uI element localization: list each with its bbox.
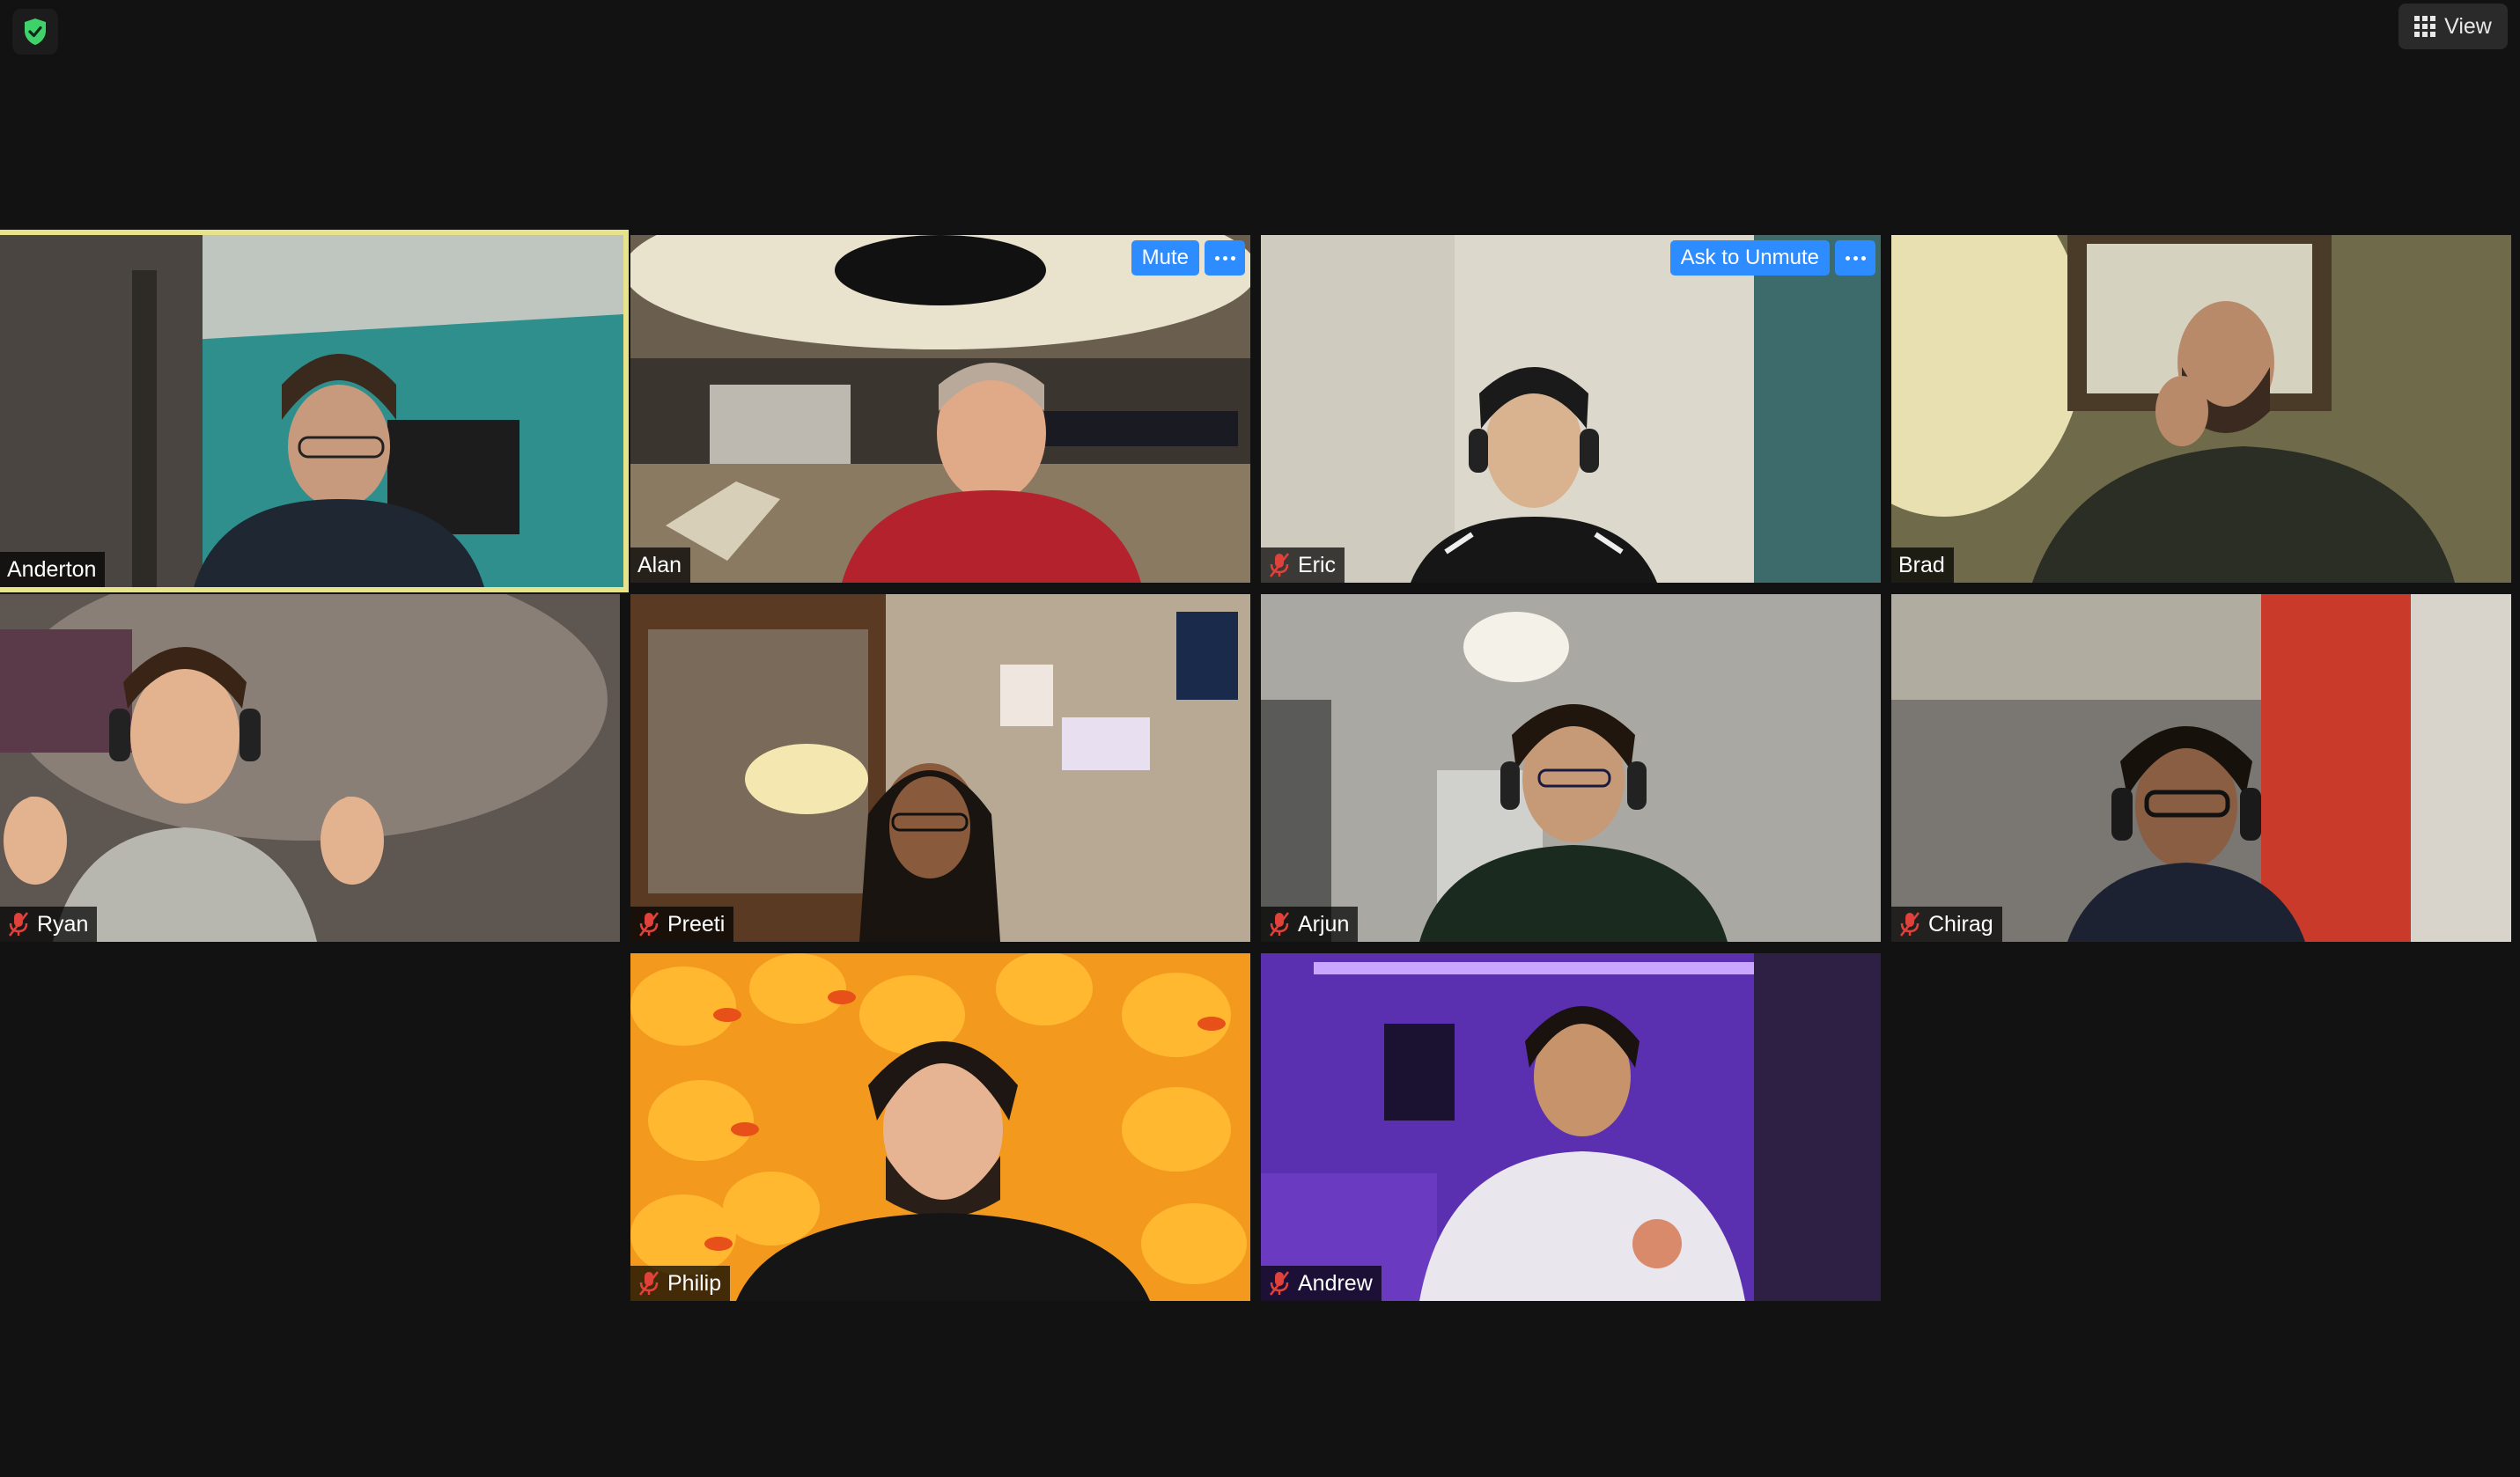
mute-participant-button[interactable]: Mute	[1131, 240, 1199, 276]
tile-controls: Mute	[1131, 240, 1245, 276]
participant-name: Philip	[667, 1270, 722, 1296]
video-feed	[1261, 594, 1881, 942]
participant-name: Alan	[637, 552, 682, 577]
security-shield-button[interactable]	[12, 9, 58, 55]
video-feed	[630, 235, 1250, 583]
participant-name-tag: Anderton	[0, 552, 106, 587]
ellipsis-icon	[1214, 255, 1235, 261]
video-feed	[1261, 235, 1881, 583]
mic-muted-icon	[638, 1271, 659, 1296]
video-feed	[630, 953, 1250, 1301]
video-feed	[630, 594, 1250, 942]
video-tile-arjun[interactable]: Arjun	[1261, 594, 1881, 942]
participant-name-tag: Andrew	[1261, 1266, 1382, 1301]
more-options-button[interactable]	[1205, 240, 1245, 276]
video-tile-brad[interactable]: Brad	[1891, 235, 2511, 583]
video-tile-anderton[interactable]: Anderton	[0, 230, 629, 592]
zoom-gallery-view: View Anderton Mute Alan Ask to Unmute Er…	[0, 0, 2520, 1477]
video-feed	[1261, 953, 1881, 1301]
participant-name-tag: Ryan	[0, 907, 98, 942]
participant-name: Eric	[1298, 552, 1337, 577]
video-tile-eric[interactable]: Ask to Unmute Eric	[1261, 235, 1881, 583]
video-tile-preeti[interactable]: Preeti	[630, 594, 1250, 942]
video-tile-andrew[interactable]: Andrew	[1261, 953, 1881, 1301]
mic-muted-icon	[1269, 912, 1290, 937]
video-tile-philip[interactable]: Philip	[630, 953, 1250, 1301]
mic-muted-icon	[638, 912, 659, 937]
gallery-grid-icon	[2414, 16, 2436, 37]
participant-name: Arjun	[1298, 911, 1350, 937]
participant-name: Chirag	[1928, 911, 1993, 937]
video-tile-ryan[interactable]: Ryan	[0, 594, 620, 942]
participant-name-tag: Preeti	[630, 907, 734, 942]
more-options-button[interactable]	[1835, 240, 1875, 276]
view-button[interactable]: View	[2398, 4, 2508, 49]
participant-name: Preeti	[667, 911, 726, 937]
participant-name-tag: Eric	[1261, 547, 1345, 583]
participant-name-tag: Chirag	[1891, 907, 2002, 942]
mic-muted-icon	[1269, 1271, 1290, 1296]
video-feed	[0, 235, 623, 587]
mic-muted-icon	[1269, 553, 1290, 577]
mic-muted-icon	[8, 912, 29, 937]
shield-check-icon	[25, 18, 46, 45]
video-feed	[1891, 594, 2511, 942]
participant-name: Ryan	[37, 911, 89, 937]
ellipsis-icon	[1845, 255, 1866, 261]
participant-name: Andrew	[1298, 1270, 1373, 1296]
video-feed	[0, 594, 620, 942]
video-tile-alan[interactable]: Mute Alan	[630, 235, 1250, 583]
participant-name: Brad	[1898, 552, 1945, 577]
participant-name-tag: Alan	[630, 547, 691, 583]
video-feed	[1891, 235, 2511, 583]
ask-to-unmute-button[interactable]: Ask to Unmute	[1669, 240, 1830, 276]
participant-name-tag: Brad	[1891, 547, 1954, 583]
tile-controls: Ask to Unmute	[1669, 240, 1875, 276]
participant-name: Anderton	[7, 556, 97, 582]
participant-name-tag: Philip	[630, 1266, 731, 1301]
view-button-label: View	[2444, 13, 2492, 39]
video-tile-chirag[interactable]: Chirag	[1891, 594, 2511, 942]
participant-name-tag: Arjun	[1261, 907, 1359, 942]
mic-muted-icon	[1899, 912, 1920, 937]
